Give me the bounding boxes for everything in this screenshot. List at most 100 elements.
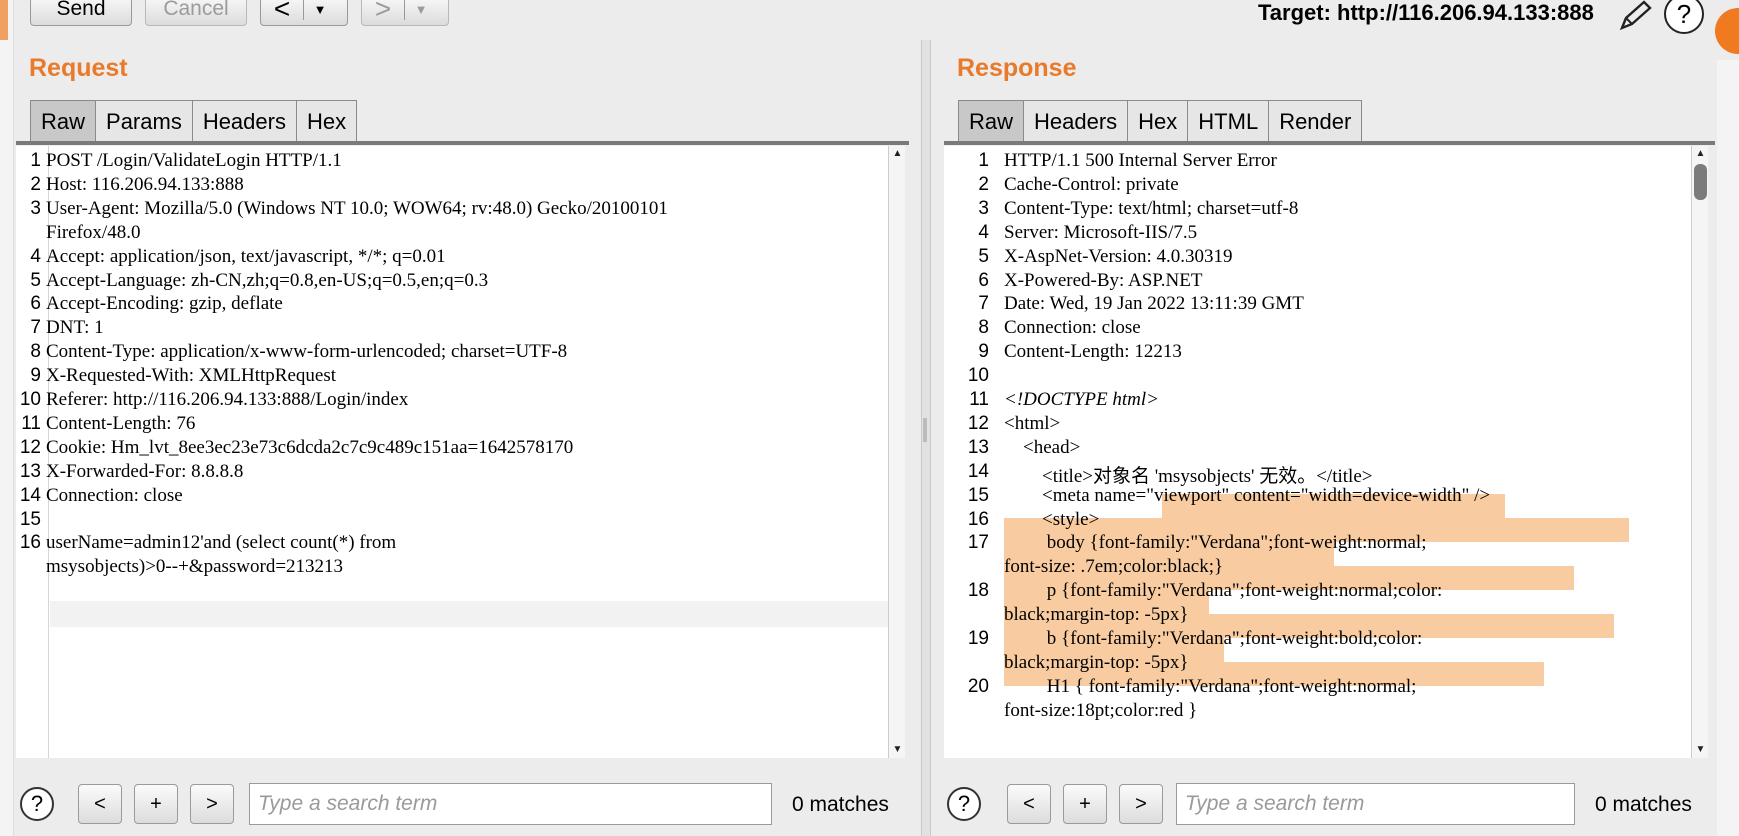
code-line: Date: Wed, 19 Jan 2022 13:11:39 GMT xyxy=(1004,293,1304,315)
line-number: 16 xyxy=(19,532,41,554)
code-line: userName=admin12'and (select count(*) fr… xyxy=(46,532,397,554)
code-line: HTTP/1.1 500 Internal Server Error xyxy=(1004,150,1277,171)
line-number: 11 xyxy=(21,412,41,434)
response-editor[interactable]: 1 HTTP/1.1 500 Internal Server Error 2 Cach… xyxy=(944,146,1691,758)
response-scrollbar[interactable]: ▲ ▼ xyxy=(1691,146,1708,758)
request-search-input[interactable]: Type a search term xyxy=(249,783,772,825)
code-line: Cookie: Hm_lvt_8ee3ec23e73c6dcda2c7c9c48… xyxy=(46,436,574,458)
line-number: 9 xyxy=(978,341,989,363)
line-number: 7 xyxy=(30,317,41,339)
line-number: 15 xyxy=(967,484,989,506)
request-scrollbar[interactable]: ▲ ▼ xyxy=(888,146,905,758)
current-line-highlight xyxy=(50,601,888,627)
send-button[interactable]: Send xyxy=(30,0,132,26)
line-number: 5 xyxy=(30,269,41,291)
line-number: 3 xyxy=(30,197,41,219)
dropdown-icon: ▼ xyxy=(414,1,428,17)
code-line: Accept: application/json, text/javascrip… xyxy=(46,245,446,267)
request-help-icon[interactable]: ? xyxy=(20,787,54,821)
request-editor[interactable]: 1 POST /Login/ValidateLogin HTTP/1.1 2 Host… xyxy=(16,146,888,758)
tab-raw[interactable]: Raw xyxy=(30,100,97,142)
response-help-icon[interactable]: ? xyxy=(947,787,981,821)
divider-grip[interactable] xyxy=(923,418,927,442)
code-line: User-Agent: Mozilla/5.0 (Windows NT 10.0… xyxy=(46,197,668,219)
code-line: font-size: .7em;color:black;} xyxy=(1004,556,1224,578)
code-line: Content-Type: text/html; charset=utf-8 xyxy=(1004,197,1299,219)
code-line: <style> xyxy=(1004,508,1100,530)
forward-nav-button[interactable]: > ▼ xyxy=(361,0,449,26)
tab-headers[interactable]: Headers xyxy=(191,100,297,142)
burp-logo-fragment xyxy=(1715,8,1739,54)
tab-underline xyxy=(944,141,1715,145)
code-line: Content-Length: 76 xyxy=(46,412,196,434)
code-line: Content-Type: application/x-www-form-url… xyxy=(46,341,568,363)
code-line: <head> xyxy=(1004,436,1081,458)
scroll-up-icon[interactable]: ▲ xyxy=(1692,146,1709,162)
request-search-add-button[interactable]: + xyxy=(134,784,178,824)
window-left-edge xyxy=(0,0,14,836)
tab-params[interactable]: Params xyxy=(95,100,193,142)
code-line: msysobjects)>0--+&password=213213 xyxy=(46,556,344,578)
code-line: Content-Length: 12213 xyxy=(1004,341,1182,363)
pencil-icon[interactable] xyxy=(1618,0,1654,32)
tab-hex[interactable]: Hex xyxy=(295,100,358,142)
line-number: 20 xyxy=(967,675,989,697)
line-number: 10 xyxy=(19,389,41,410)
response-match-count: 0 matches xyxy=(1595,793,1692,816)
code-line: DNT: 1 xyxy=(46,317,104,339)
line-number: 8 xyxy=(30,341,41,363)
request-search-next-button[interactable]: > xyxy=(190,784,234,824)
code-line: <meta name="viewport" content="width=dev… xyxy=(1004,484,1491,506)
line-number: 8 xyxy=(978,317,989,339)
line-number: 4 xyxy=(978,221,989,243)
code-line: X-Powered-By: ASP.NET xyxy=(1004,269,1203,291)
line-number: 14 xyxy=(19,484,41,506)
request-search-prev-button[interactable]: < xyxy=(78,784,122,824)
scroll-down-icon[interactable]: ▼ xyxy=(889,742,906,758)
scroll-down-icon[interactable]: ▼ xyxy=(1692,742,1709,758)
line-number: 16 xyxy=(967,508,989,530)
line-number: 4 xyxy=(30,245,41,267)
code-line: H1 { font-family:"Verdana";font-weight:n… xyxy=(1004,675,1417,697)
line-number: 19 xyxy=(967,628,989,649)
code-line: X-AspNet-Version: 4.0.30319 xyxy=(1004,245,1233,267)
code-line: Firefox/48.0 xyxy=(46,221,141,243)
code-line: POST /Login/ValidateLogin HTTP/1.1 xyxy=(46,150,342,171)
code-line: black;margin-top: -5px} xyxy=(1004,604,1189,626)
request-tabs: Raw Params Headers Hex xyxy=(30,100,358,142)
response-search-input[interactable]: Type a search term xyxy=(1176,783,1575,825)
response-tabs: Raw Headers Hex HTML Render xyxy=(958,100,1363,142)
target-label: Target: http://116.206.94.133:888 xyxy=(1258,0,1594,25)
code-line: Accept-Language: zh-CN,zh;q=0.8,en-US;q=… xyxy=(46,269,489,291)
line-number: 18 xyxy=(967,580,989,602)
line-number: 12 xyxy=(19,436,41,458)
code-line: Server: Microsoft-IIS/7.5 xyxy=(1004,221,1198,243)
line-number: 17 xyxy=(967,532,989,554)
code-line: Cache-Control: private xyxy=(1004,173,1179,195)
response-search-next-button[interactable]: > xyxy=(1119,784,1163,824)
back-nav-button[interactable]: < ▼ xyxy=(260,0,348,26)
code-line: b {font-family:"Verdana";font-weight:bol… xyxy=(1004,628,1423,649)
tab-hex[interactable]: Hex xyxy=(1127,100,1189,142)
response-search-add-button[interactable]: + xyxy=(1063,784,1107,824)
scroll-up-icon[interactable]: ▲ xyxy=(889,146,906,162)
line-number: 10 xyxy=(967,365,989,387)
tab-raw[interactable]: Raw xyxy=(958,100,1025,142)
scroll-thumb[interactable] xyxy=(1694,164,1707,200)
tab-headers[interactable]: Headers xyxy=(1023,100,1129,142)
line-number: 7 xyxy=(978,293,989,315)
cancel-button[interactable]: Cancel xyxy=(145,0,247,26)
line-number: 12 xyxy=(967,412,989,434)
help-icon[interactable]: ? xyxy=(1664,0,1704,34)
code-line: body {font-family:"Verdana";font-weight:… xyxy=(1004,532,1427,554)
code-line: Referer: http://116.206.94.133:888/Login… xyxy=(46,389,409,410)
tab-html[interactable]: HTML xyxy=(1187,100,1270,142)
code-line: X-Forwarded-For: 8.8.8.8 xyxy=(46,460,244,482)
code-line: black;margin-top: -5px} xyxy=(1004,651,1189,673)
tab-render[interactable]: Render xyxy=(1268,100,1363,142)
code-line: p {font-family:"Verdana";font-weight:nor… xyxy=(1004,580,1443,602)
app-logo-fragment xyxy=(0,0,8,40)
response-search-prev-button[interactable]: < xyxy=(1007,784,1051,824)
code-line: <html> xyxy=(1004,412,1061,434)
line-number: 11 xyxy=(969,389,989,410)
